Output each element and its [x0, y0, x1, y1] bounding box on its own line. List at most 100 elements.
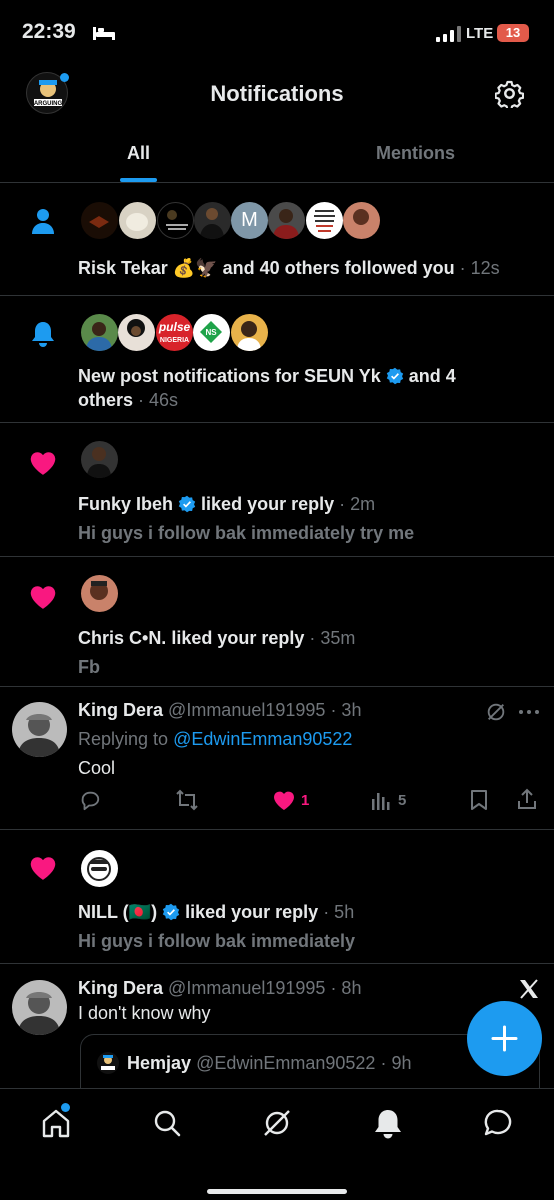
- tab-all[interactable]: All: [0, 130, 277, 182]
- retweet-icon[interactable]: [175, 789, 199, 811]
- post-notification-others: others: [78, 390, 134, 410]
- notification-like[interactable]: Funky Ibeh liked your reply · 2m Hi guys…: [0, 423, 554, 556]
- like-time: · 2m: [339, 494, 376, 514]
- notification-like[interactable]: Chris C•N. liked your reply · 35m Fb: [0, 557, 554, 686]
- views-icon: [372, 793, 390, 810]
- liked-reply-snippet: Hi guys i follow bak immediately: [78, 931, 356, 951]
- reply-author-handle[interactable]: @Immanuel191995: [168, 700, 325, 720]
- reply-header: King Dera @Immanuel191995 · 3h: [78, 698, 361, 722]
- heart-icon: [30, 857, 56, 880]
- follower-emoji: 💰🦅: [172, 258, 218, 278]
- nav-search[interactable]: [149, 1105, 185, 1141]
- user-avatar[interactable]: [81, 575, 118, 612]
- home-notification-dot: [61, 1103, 70, 1112]
- follower-avatar[interactable]: M: [231, 202, 268, 239]
- follower-avatar[interactable]: [268, 202, 305, 239]
- like-count: 1: [301, 792, 310, 809]
- views-count: 5: [398, 792, 407, 809]
- follower-avatar[interactable]: [343, 202, 380, 239]
- follower-avatar[interactable]: [81, 202, 118, 239]
- notification-like[interactable]: NILL (🇧🇩) liked your reply · 5h Hi guys …: [0, 830, 554, 963]
- nav-messages[interactable]: [480, 1105, 516, 1141]
- nav-notifications[interactable]: [370, 1105, 406, 1141]
- verified-badge-icon: [386, 367, 403, 385]
- follower-avatar[interactable]: [157, 202, 194, 239]
- like-text: NILL (🇧🇩) liked your reply · 5h: [78, 900, 354, 924]
- ns-avatar[interactable]: NS: [193, 314, 230, 351]
- plus-icon: [491, 1025, 518, 1052]
- svg-text:NS: NS: [205, 328, 217, 337]
- like-action: liked your reply: [171, 628, 305, 648]
- quoted-header: Hemjay @EdwinEmman90522 · 9h: [127, 1051, 411, 1075]
- follower-name[interactable]: Risk Tekar: [78, 258, 168, 278]
- gear-icon[interactable]: [495, 79, 524, 108]
- tab-mentions[interactable]: Mentions: [277, 130, 554, 182]
- liker-name[interactable]: Chris C•N.: [78, 628, 166, 648]
- follower-avatar[interactable]: [119, 202, 156, 239]
- quote-author-name[interactable]: King Dera: [78, 978, 163, 998]
- grok-icon: [264, 1110, 290, 1136]
- notification-follow[interactable]: M Risk Tekar 💰🦅 and 40 others followed y…: [0, 183, 554, 295]
- pulse-nigeria-avatar[interactable]: pulse NIGERIA: [156, 314, 193, 351]
- verified-badge-icon: [178, 495, 196, 513]
- user-avatar[interactable]: [81, 441, 118, 478]
- reply-icon[interactable]: [79, 789, 101, 811]
- compose-button[interactable]: [467, 1001, 542, 1076]
- views-button[interactable]: [371, 791, 391, 815]
- user-avatar[interactable]: [12, 980, 67, 1035]
- user-avatar[interactable]: [12, 702, 67, 757]
- tab-all-label: All: [126, 143, 150, 163]
- post-notification-time: · 46s: [138, 390, 179, 410]
- account-avatar[interactable]: [81, 314, 118, 351]
- follower-avatar[interactable]: [306, 202, 343, 239]
- chat-bubble-icon: [484, 1109, 512, 1136]
- like-action: liked your reply: [201, 494, 335, 514]
- page-title: Notifications: [210, 81, 344, 106]
- heart-filled-icon: [274, 791, 294, 810]
- replying-to-label: Replying to: [78, 729, 169, 749]
- battery-level: 13: [505, 25, 521, 40]
- quote-body: I don't know why: [78, 1003, 211, 1023]
- x-logo-icon: [520, 979, 538, 999]
- follow-message: and 40 others followed you: [222, 258, 455, 278]
- bed-icon: [93, 27, 115, 40]
- search-icon: [154, 1110, 181, 1137]
- replying-to: Replying to @EdwinEmman90522: [78, 727, 352, 751]
- more-options-icon[interactable]: [518, 709, 540, 715]
- network-label: LTE: [466, 25, 494, 42]
- notification-new-posts[interactable]: pulse NIGERIA NS New post notifications …: [0, 296, 554, 422]
- verified-badge-icon: [162, 903, 180, 921]
- pulse-logo-text: pulse: [158, 320, 191, 334]
- signal-icon: [436, 26, 461, 42]
- like-text: Funky Ibeh liked your reply · 2m: [78, 492, 375, 516]
- replying-to-handle[interactable]: @EdwinEmman90522: [173, 729, 352, 749]
- account-avatar[interactable]: [118, 314, 155, 351]
- liker-name[interactable]: Funky Ibeh: [78, 494, 173, 514]
- status-time: 22:39: [22, 20, 76, 43]
- grok-icon[interactable]: [485, 701, 507, 723]
- arguing-logo-icon: [101, 1055, 115, 1070]
- heart-icon: [30, 586, 56, 609]
- nav-grok[interactable]: [259, 1105, 295, 1141]
- bottom-nav: [0, 1088, 554, 1200]
- quote-header: King Dera @Immanuel191995 · 8h: [78, 976, 361, 1000]
- like-button[interactable]: [272, 789, 296, 816]
- like-time: · 35m: [309, 628, 356, 648]
- liker-name[interactable]: NILL (🇧🇩): [78, 902, 157, 922]
- share-icon[interactable]: [516, 788, 538, 810]
- quote-author-handle[interactable]: @Immanuel191995: [168, 978, 325, 998]
- bookmark-icon[interactable]: [469, 789, 489, 811]
- reply-author-name[interactable]: King Dera: [78, 700, 163, 720]
- account-avatar[interactable]: [231, 314, 268, 351]
- post-notification-message: New post notifications for SEUN Yk: [78, 366, 381, 386]
- follow-time: · 12s: [459, 258, 500, 278]
- quoted-avatar[interactable]: [97, 1052, 119, 1074]
- bell-icon: [32, 322, 54, 347]
- post-notification-count: and 4: [408, 366, 456, 386]
- quoted-time: · 9h: [380, 1053, 412, 1073]
- person-icon: [32, 209, 54, 234]
- user-avatar[interactable]: [81, 850, 118, 887]
- bell-filled-icon: [375, 1110, 401, 1139]
- notification-reply[interactable]: King Dera @Immanuel191995 · 3h Replying …: [0, 687, 554, 829]
- follower-avatar[interactable]: [194, 202, 231, 239]
